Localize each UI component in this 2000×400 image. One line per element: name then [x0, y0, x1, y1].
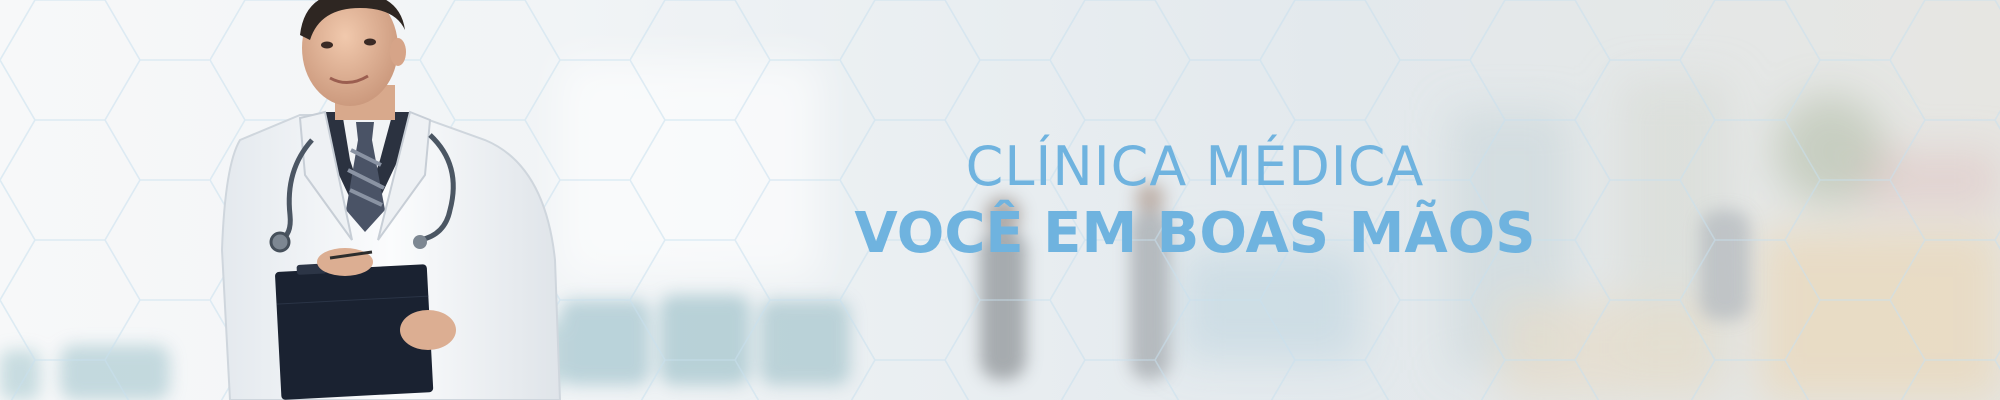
hero-banner: CLÍNICA MÉDICA VOCÊ EM BOAS MÃOS	[0, 0, 2000, 400]
headline: CLÍNICA MÉDICA VOCÊ EM BOAS MÃOS	[835, 140, 1555, 262]
headline-clinic-name: CLÍNICA MÉDICA	[965, 135, 1425, 198]
headline-slogan: VOCÊ EM BOAS MÃOS	[854, 201, 1536, 266]
